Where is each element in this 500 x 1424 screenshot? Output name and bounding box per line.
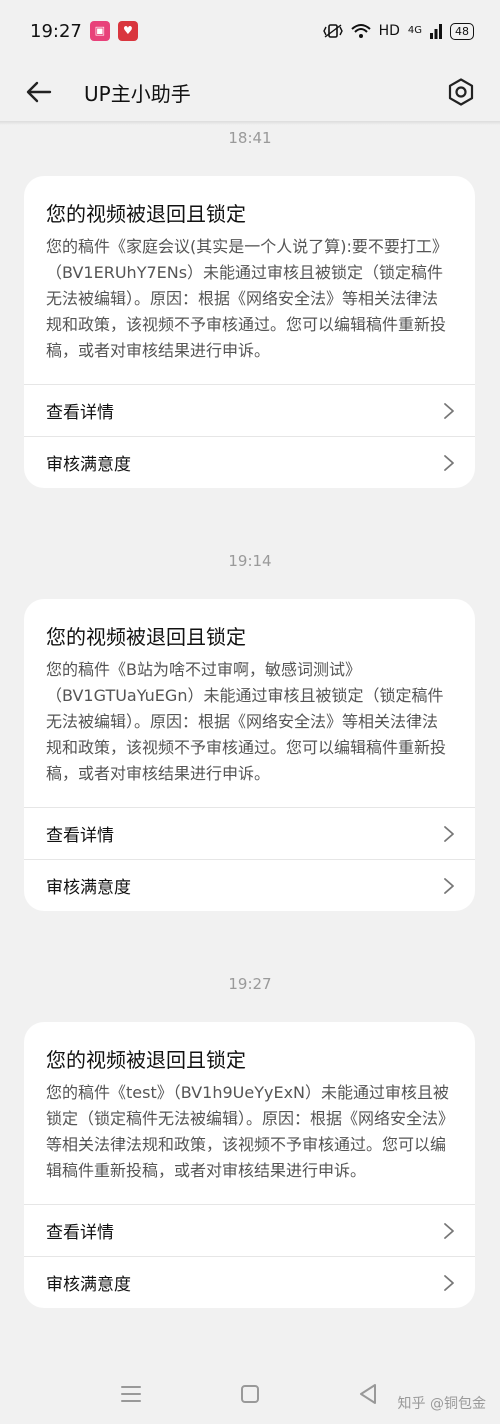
signal-label: 4G (407, 25, 422, 36)
message-text: 您的稿件《家庭会议(其实是一个人说了算):要不要打工》（BV1ERUhY7ENs… (46, 237, 448, 360)
watermark: 知乎 @铜包金 (397, 1396, 486, 1412)
message-timestamp: 19:27 (228, 975, 272, 993)
back-button[interactable] (24, 77, 54, 107)
battery-indicator: 48 (450, 22, 474, 40)
app-notification-icon-2: ♥ (117, 21, 138, 41)
network-label: HD (378, 23, 400, 39)
review-satisfaction-row[interactable]: 审核满意度 (24, 1256, 475, 1308)
system-back-button[interactable] (356, 1382, 380, 1406)
app-notification-icon: ▣ (89, 21, 110, 41)
review-satisfaction-row[interactable]: 审核满意度 (24, 859, 475, 911)
app-bar: UP主小助手 (0, 62, 500, 122)
chevron-right-icon (443, 877, 455, 895)
signal-icon (430, 24, 442, 39)
status-bar: 19:27 ▣ ♥ HD 4G 48 (0, 0, 500, 62)
message-title: 您的视频被退回且锁定 (46, 625, 246, 649)
arrow-left-icon (26, 81, 52, 103)
home-button[interactable] (238, 1382, 262, 1406)
view-details-label: 查看详情 (46, 403, 114, 423)
vibrate-icon (322, 24, 343, 38)
message-title: 您的视频被退回且锁定 (46, 1048, 246, 1072)
message-card: 您的视频被退回且锁定 您的稿件《B站为啥不过审啊，敏感词测试》（BV1GTUaY… (24, 599, 475, 911)
app-bar-divider (0, 121, 500, 125)
recent-apps-button[interactable] (118, 1382, 144, 1406)
menu-icon (121, 1386, 141, 1402)
settings-hexagon-icon (448, 78, 474, 106)
home-square-icon (241, 1385, 259, 1403)
message-body: 您的视频被退回且锁定 您的稿件《家庭会议(其实是一个人说了算):要不要打工》（B… (24, 176, 475, 384)
view-details-label: 查看详情 (46, 1223, 114, 1243)
view-details-row[interactable]: 查看详情 (24, 1204, 475, 1256)
settings-button[interactable] (444, 75, 478, 109)
message-card: 您的视频被退回且锁定 您的稿件《test》（BV1h9UeYyExN）未能通过审… (24, 1022, 475, 1308)
message-text: 您的稿件《B站为啥不过审啊，敏感词测试》（BV1GTUaYuEGn）未能通过审核… (46, 660, 447, 783)
review-satisfaction-label: 审核满意度 (46, 455, 131, 475)
review-satisfaction-label: 审核满意度 (46, 1275, 131, 1295)
message-body: 您的视频被退回且锁定 您的稿件《test》（BV1h9UeYyExN）未能通过审… (24, 1022, 475, 1204)
view-details-row[interactable]: 查看详情 (24, 807, 475, 859)
review-satisfaction-label: 审核满意度 (46, 878, 131, 898)
chevron-right-icon (443, 1274, 455, 1292)
page-title: UP主小助手 (84, 81, 191, 106)
view-details-row[interactable]: 查看详情 (24, 384, 475, 436)
triangle-back-icon (360, 1384, 376, 1404)
message-body: 您的视频被退回且锁定 您的稿件《B站为啥不过审啊，敏感词测试》（BV1GTUaY… (24, 599, 475, 807)
status-indicators: HD 4G 48 (322, 22, 474, 40)
chevron-right-icon (443, 454, 455, 472)
review-satisfaction-row[interactable]: 审核满意度 (24, 436, 475, 488)
chevron-right-icon (443, 1222, 455, 1240)
message-card: 您的视频被退回且锁定 您的稿件《家庭会议(其实是一个人说了算):要不要打工》（B… (24, 176, 475, 488)
chevron-right-icon (443, 402, 455, 420)
view-details-label: 查看详情 (46, 826, 114, 846)
wifi-icon (350, 24, 371, 38)
message-text: 您的稿件《test》（BV1h9UeYyExN）未能通过审核且被锁定（锁定稿件无… (46, 1083, 450, 1180)
status-time: 19:27 (30, 20, 82, 42)
message-title: 您的视频被退回且锁定 (46, 202, 246, 226)
message-timestamp: 19:14 (228, 552, 272, 570)
message-timestamp: 18:41 (228, 129, 272, 147)
chevron-right-icon (443, 825, 455, 843)
